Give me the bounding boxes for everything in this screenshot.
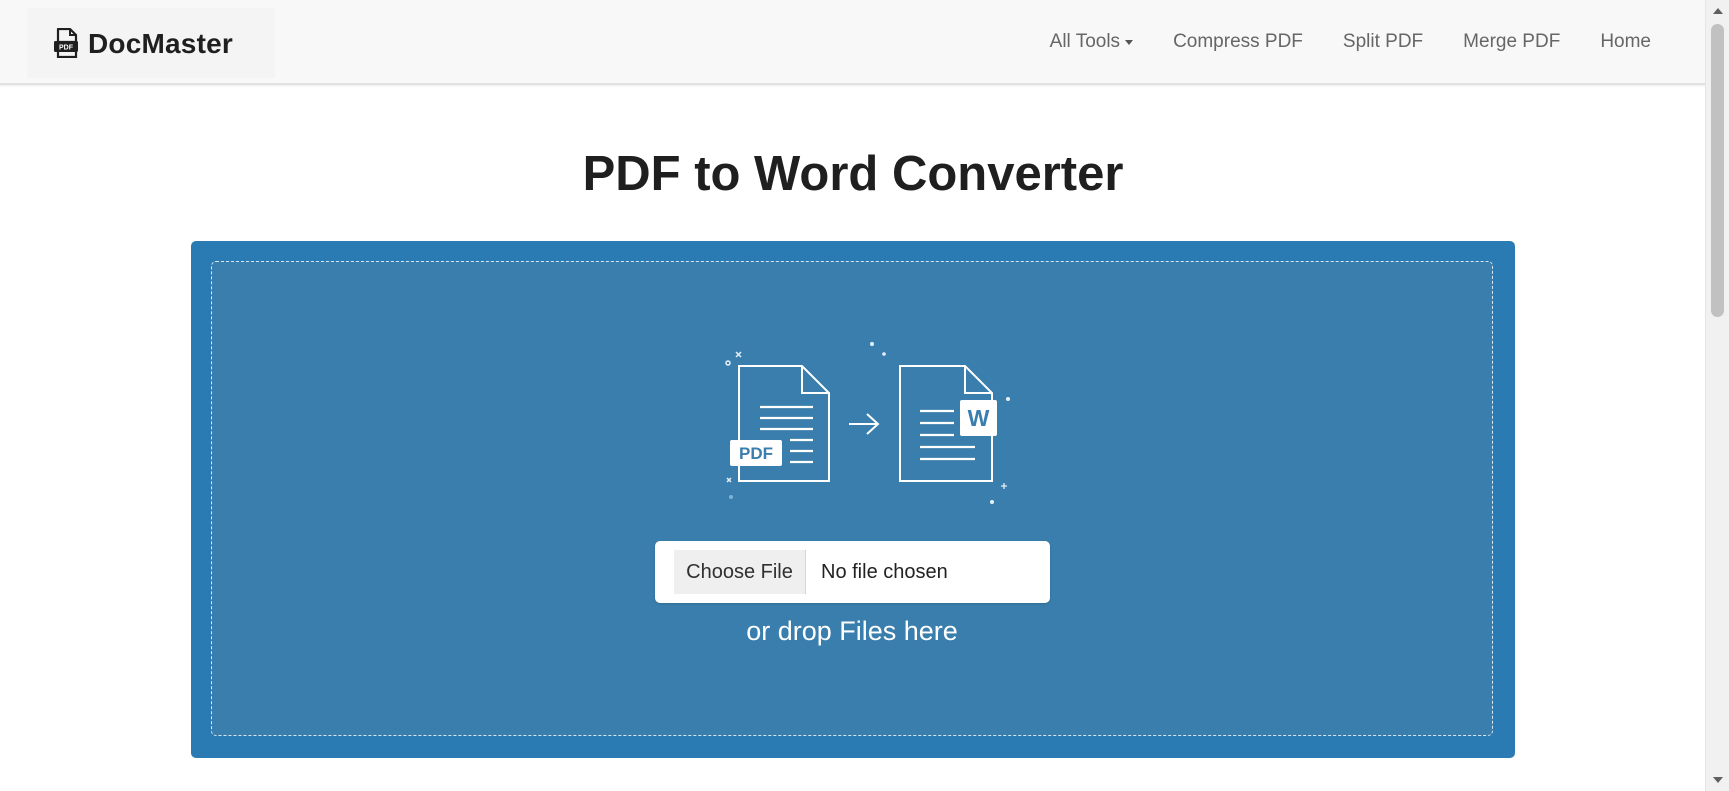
file-status: No file chosen xyxy=(821,560,948,583)
drop-hint: or drop Files here xyxy=(746,616,958,646)
brand-name: DocMaster xyxy=(88,28,233,59)
file-input[interactable]: Choose File No file chosen xyxy=(655,541,1050,603)
nav-split-pdf[interactable]: Split PDF xyxy=(1323,31,1443,53)
vertical-scrollbar[interactable] xyxy=(1705,0,1729,791)
word-badge: W xyxy=(968,405,990,431)
nav-all-tools[interactable]: All Tools xyxy=(1030,31,1153,53)
pdf-to-word-illustration: PDF W xyxy=(725,342,1010,504)
brand-logo[interactable]: PDF DocMaster xyxy=(27,8,275,78)
page: PDF DocMaster All Tools Compress PDF Spl… xyxy=(0,0,1729,791)
page-title: PDF to Word Converter xyxy=(582,147,1124,201)
pdf-badge: PDF xyxy=(739,444,773,463)
nav-links: All Tools Compress PDF Split PDF Merge P… xyxy=(1030,0,1671,83)
svg-text:PDF: PDF xyxy=(59,45,74,52)
scroll-down-icon[interactable] xyxy=(1713,777,1723,783)
scroll-thumb[interactable] xyxy=(1711,24,1724,317)
nav-merge-pdf-label: Merge PDF xyxy=(1463,30,1561,52)
scroll-up-icon[interactable] xyxy=(1713,8,1723,14)
nav-all-tools-label: All Tools xyxy=(1049,30,1121,52)
upload-panel: PDF W Choose File No file chosen or drop… xyxy=(191,241,1515,758)
drop-zone[interactable]: PDF W Choose File No file chosen or drop… xyxy=(211,261,1493,736)
caret-down-icon xyxy=(1125,40,1134,45)
nav-merge-pdf[interactable]: Merge PDF xyxy=(1443,31,1580,53)
nav-home-label: Home xyxy=(1600,30,1651,52)
file-pdf-icon: PDF xyxy=(54,28,78,58)
nav-home[interactable]: Home xyxy=(1580,31,1671,53)
nav-compress-pdf-label: Compress PDF xyxy=(1173,30,1303,52)
choose-file-button[interactable]: Choose File xyxy=(674,550,806,594)
nav-compress-pdf[interactable]: Compress PDF xyxy=(1153,31,1323,53)
nav-split-pdf-label: Split PDF xyxy=(1342,30,1424,52)
navbar: PDF DocMaster All Tools Compress PDF Spl… xyxy=(0,0,1706,85)
